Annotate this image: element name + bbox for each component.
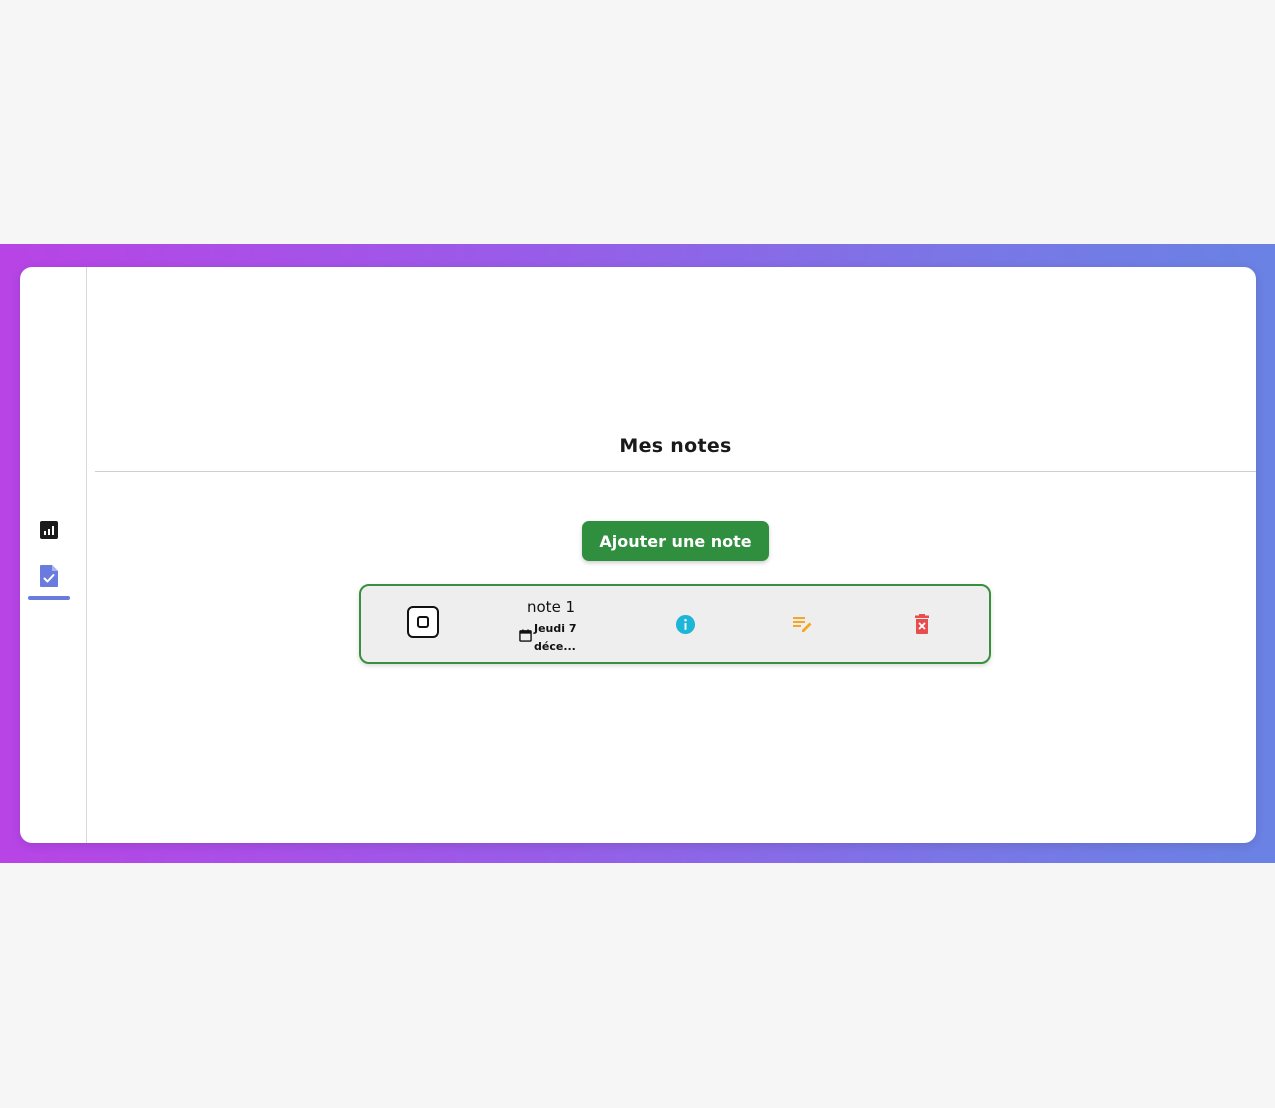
sidebar-item-stats[interactable] — [28, 512, 70, 548]
sidebar — [20, 267, 87, 843]
app-card: Mes notes Ajouter une note note 1 Jeudi … — [20, 267, 1256, 843]
note-checkbox[interactable] — [407, 606, 439, 638]
bar-chart-icon — [40, 521, 58, 539]
edit-icon — [793, 617, 812, 632]
note-check-icon — [40, 565, 58, 587]
note-edit-button[interactable] — [791, 612, 815, 636]
active-tab-indicator — [28, 596, 70, 600]
note-item: note 1 Jeudi 7 déce... — [359, 584, 991, 664]
note-title: note 1 — [527, 598, 576, 616]
note-date-text: Jeudi 7 déce... — [534, 622, 577, 653]
title-divider — [95, 471, 1256, 472]
add-note-button[interactable]: Ajouter une note — [582, 521, 769, 561]
gradient-background: Mes notes Ajouter une note note 1 Jeudi … — [0, 244, 1275, 863]
calendar-icon — [519, 629, 532, 642]
note-date: Jeudi 7 déce... — [519, 620, 582, 656]
sidebar-item-notes[interactable] — [28, 558, 70, 594]
info-icon — [675, 614, 695, 634]
main-content: Mes notes Ajouter une note note 1 Jeudi … — [95, 267, 1256, 843]
delete-icon — [915, 614, 929, 634]
note-info-button[interactable] — [673, 612, 697, 636]
page-title: Mes notes — [619, 435, 732, 457]
note-delete-button[interactable] — [910, 612, 934, 636]
